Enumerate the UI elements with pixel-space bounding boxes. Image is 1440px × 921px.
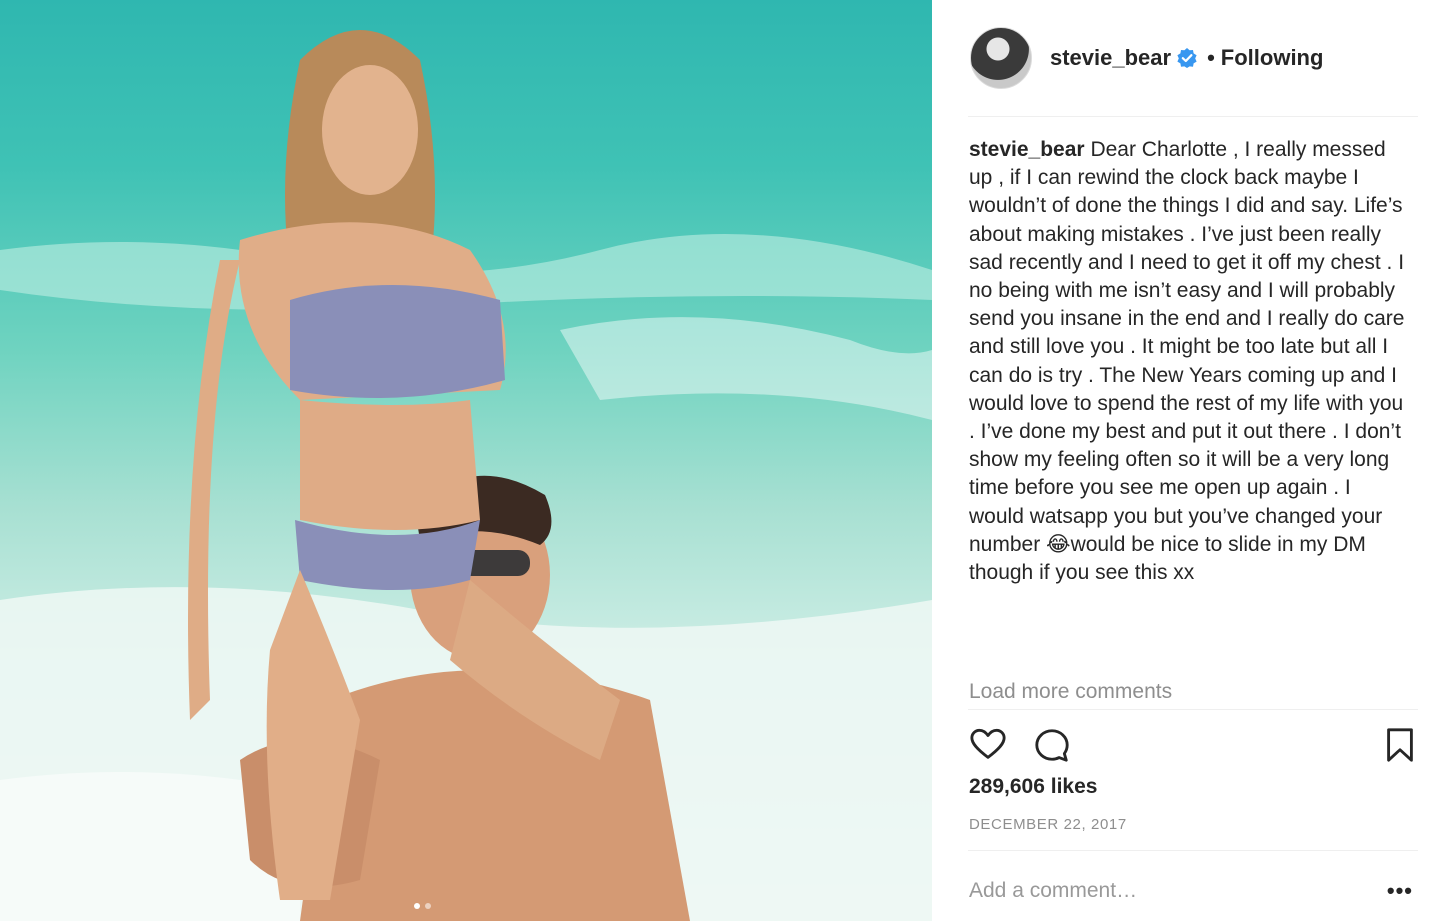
post-date[interactable]: DECEMBER 22, 2017 [969, 816, 1127, 833]
comment-input[interactable] [969, 876, 1369, 906]
more-options-icon[interactable]: ••• [1387, 878, 1413, 904]
post-sidebar: stevie_bear • Following stevie_bear Dear… [932, 0, 1440, 921]
likes-count[interactable]: 289,606 likes [969, 775, 1097, 799]
beach-photo-illustration [0, 30, 932, 921]
comment-form: ••• [969, 876, 1413, 906]
bookmark-icon[interactable] [1381, 726, 1419, 764]
load-more-comments-link[interactable]: Load more comments [969, 680, 1172, 704]
post-header: stevie_bear • Following [932, 0, 1440, 116]
post-caption: stevie_bear Dear Charlotte , I really me… [969, 136, 1405, 587]
carousel-indicator [414, 903, 431, 909]
heart-icon[interactable] [969, 726, 1007, 764]
post-photo[interactable] [0, 0, 932, 921]
post-actions [969, 726, 1413, 766]
carousel-dot [425, 903, 431, 909]
caption-username[interactable]: stevie_bear [969, 138, 1085, 161]
caption-text: Dear Charlotte , I really messed up , if… [969, 138, 1405, 585]
header-username[interactable]: stevie_bear [1050, 45, 1171, 71]
verified-badge-icon [1177, 48, 1197, 68]
avatar[interactable] [970, 27, 1032, 89]
comment-divider [968, 850, 1418, 851]
header-divider [968, 116, 1418, 117]
following-button[interactable]: Following [1221, 45, 1324, 71]
actions-divider [968, 709, 1418, 710]
header-separator: • [1207, 45, 1215, 70]
comment-icon[interactable] [1033, 726, 1071, 764]
carousel-dot-active [414, 903, 420, 909]
